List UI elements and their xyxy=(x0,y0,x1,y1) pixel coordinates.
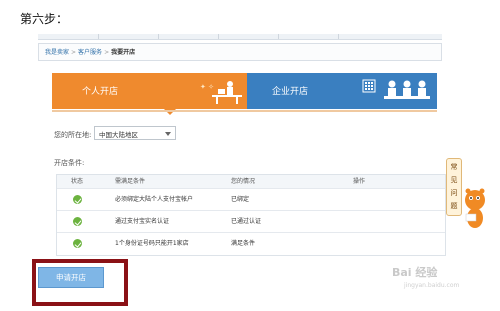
faq-char: 问 xyxy=(450,189,458,197)
conditions-label: 开店条件: xyxy=(54,159,85,167)
location-select[interactable]: 中国大陆地区 xyxy=(94,126,176,140)
breadcrumb-item-service[interactable]: 客户服务 xyxy=(78,49,102,56)
tab-personal-store[interactable]: 个人开店 ✦ ✧ xyxy=(52,73,260,115)
person-desk-icon: ✦ ✧ xyxy=(200,81,242,104)
table-row: 通过支付宝实名认证 已通过认证 xyxy=(57,211,445,233)
watermark-url: jingyan.baidu.com xyxy=(404,282,460,289)
row-status: 已绑定 xyxy=(231,196,250,203)
location-value: 中国大陆地区 xyxy=(99,131,138,139)
meeting-people-icon xyxy=(384,80,430,99)
check-icon xyxy=(73,195,82,204)
apply-store-button[interactable]: 申请开店 xyxy=(38,267,104,288)
header-status: 状态 xyxy=(71,178,84,185)
breadcrumb: 我是卖家 > 客户服务 > 我要开店 xyxy=(45,47,135,56)
top-nav-strip xyxy=(38,34,442,40)
breadcrumb-separator: > xyxy=(104,49,110,56)
watermark-logo: Bai 经验 xyxy=(392,266,438,279)
chevron-down-icon xyxy=(165,132,171,136)
row-status: 已通过认证 xyxy=(231,218,262,225)
row-requirement: 必须绑定大陆个人支付宝帐户 xyxy=(115,196,194,203)
faq-char: 常 xyxy=(450,163,458,171)
faq-char: 见 xyxy=(450,176,458,184)
breadcrumb-separator: > xyxy=(71,49,77,56)
tab-company-store[interactable]: 企业开店 xyxy=(247,73,437,109)
svg-text:✦ ✧: ✦ ✧ xyxy=(200,83,214,91)
table-header: 状态 需满足条件 您的情况 操作 xyxy=(57,175,445,189)
tab-underline xyxy=(52,110,437,112)
check-icon xyxy=(73,217,82,226)
breadcrumb-item-seller[interactable]: 我是卖家 xyxy=(45,49,69,56)
tab-company-label: 企业开店 xyxy=(272,87,309,97)
check-icon xyxy=(73,239,82,248)
row-status: 满足条件 xyxy=(231,240,256,247)
conditions-table: 状态 需满足条件 您的情况 操作 必须绑定大陆个人支付宝帐户 已绑定 通过支付宝… xyxy=(56,174,446,256)
location-label: 您的所在地: xyxy=(54,131,92,139)
header-your-status: 您的情况 xyxy=(231,178,256,185)
table-row: 1个身份证号码只能开1家店 满足条件 xyxy=(57,233,445,255)
table-row: 必须绑定大陆个人支付宝帐户 已绑定 xyxy=(57,189,445,211)
breadcrumb-current: 我要开店 xyxy=(111,49,136,56)
header-action: 操作 xyxy=(353,178,366,185)
row-requirement: 1个身份证号码只能开1家店 xyxy=(115,240,189,247)
faq-char: 题 xyxy=(450,202,458,210)
building-icon xyxy=(362,79,376,93)
row-requirement: 通过支付宝实名认证 xyxy=(115,218,170,225)
step-label: 第六步： xyxy=(20,12,69,26)
header-requirement: 需满足条件 xyxy=(115,178,146,185)
tab-personal-label: 个人开店 xyxy=(82,87,119,97)
mascot-icon xyxy=(465,188,485,228)
breadcrumb-bar: 我是卖家 > 客户服务 > 我要开店 xyxy=(38,43,442,61)
